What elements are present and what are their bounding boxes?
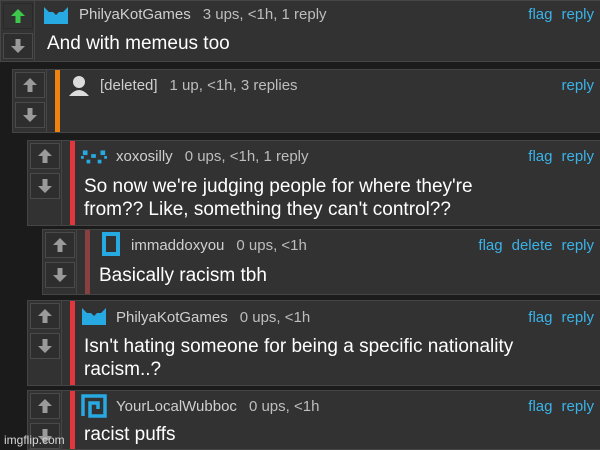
avatar[interactable] xyxy=(98,232,124,256)
upvote-button[interactable] xyxy=(3,3,33,29)
comment-text-line: racism..? xyxy=(84,359,162,380)
comment-meta: 0 ups, <1h xyxy=(248,398,320,415)
reply-link[interactable]: reply xyxy=(561,237,594,254)
up-arrow-icon xyxy=(38,149,52,163)
comment-text-line: Isn't hating someone for being a specifi… xyxy=(84,336,514,357)
comment-actions: reply xyxy=(552,77,594,94)
username: [deleted] xyxy=(100,77,158,94)
upvote-button[interactable] xyxy=(30,393,60,419)
reply-link[interactable]: reply xyxy=(561,148,594,165)
comment: PhilyaKotGames 0 ups, <1h flag reply Isn't… xyxy=(27,300,600,386)
downvote-button[interactable] xyxy=(15,102,45,128)
username[interactable]: immaddoxyou xyxy=(131,237,224,254)
watermark: imgflip.com xyxy=(4,433,65,447)
pixel-face-icon xyxy=(81,150,107,164)
spiral-avatar-icon xyxy=(81,394,107,418)
comment-header: PhilyaKotGames 3 ups, <1h, 1 reply xyxy=(79,6,327,23)
downvote-button[interactable] xyxy=(30,173,60,199)
thread-bar xyxy=(70,141,75,225)
thread-bar xyxy=(55,70,60,132)
upvote-button[interactable] xyxy=(30,143,60,169)
comment-text: racist puffs xyxy=(84,424,176,445)
thread-bar xyxy=(70,391,75,449)
up-arrow-icon xyxy=(38,309,52,323)
username[interactable]: PhilyaKotGames xyxy=(79,6,191,23)
thread-bar xyxy=(70,301,75,385)
upvote-button[interactable] xyxy=(15,72,45,98)
avatar xyxy=(66,74,92,96)
up-arrow-icon xyxy=(53,238,67,252)
reply-link[interactable]: reply xyxy=(561,309,594,326)
square-avatar-icon xyxy=(102,232,120,256)
username[interactable]: YourLocalWubboc xyxy=(116,398,237,415)
avatar[interactable] xyxy=(81,145,107,167)
comment-actions: flag reply xyxy=(519,398,594,415)
down-arrow-icon xyxy=(53,268,67,282)
flag-link[interactable]: flag xyxy=(478,237,502,254)
comment: PhilyaKotGames 3 ups, <1h, 1 reply flag re… xyxy=(0,0,600,62)
up-arrow-icon xyxy=(11,9,25,23)
flag-link[interactable]: flag xyxy=(528,148,552,165)
comment-text: And with memeus too xyxy=(47,33,230,54)
username[interactable]: PhilyaKotGames xyxy=(116,309,228,326)
comment-actions: flag reply xyxy=(519,148,594,165)
down-arrow-icon xyxy=(11,39,25,53)
comment-actions: flag reply xyxy=(519,309,594,326)
down-arrow-icon xyxy=(38,179,52,193)
comment-header: YourLocalWubboc 0 ups, <1h xyxy=(116,398,319,415)
comment-header: PhilyaKotGames 0 ups, <1h xyxy=(116,309,310,326)
reply-link[interactable]: reply xyxy=(561,398,594,415)
comment-text-line: from?? Like, something they can't contro… xyxy=(84,199,451,220)
avatar[interactable] xyxy=(43,4,69,26)
upvote-button[interactable] xyxy=(30,303,60,329)
downvote-button[interactable] xyxy=(45,262,75,288)
comment-actions: flag delete reply xyxy=(469,237,594,254)
vote-column xyxy=(28,141,62,225)
avatar[interactable] xyxy=(81,394,107,418)
person-icon xyxy=(69,76,89,96)
comment-header: [deleted] 1 up, <1h, 3 replies xyxy=(100,77,298,94)
comment-meta: 0 ups, <1h xyxy=(236,237,307,254)
username[interactable]: xoxosilly xyxy=(116,148,173,165)
cat-avatar-icon xyxy=(44,7,68,24)
comment: YourLocalWubboc 0 ups, <1h flag reply raci… xyxy=(27,390,600,450)
comment-actions: flag reply xyxy=(519,6,594,23)
flag-link[interactable]: flag xyxy=(528,6,552,23)
comment-text-line: So now we're judging people for where th… xyxy=(84,176,473,197)
vote-column xyxy=(43,230,77,294)
up-arrow-icon xyxy=(23,78,37,92)
comment-meta: 3 ups, <1h, 1 reply xyxy=(202,6,327,23)
comment-meta: 1 up, <1h, 3 replies xyxy=(169,77,298,94)
down-arrow-icon xyxy=(23,108,37,122)
downvote-button[interactable] xyxy=(3,33,33,59)
avatar[interactable] xyxy=(81,305,107,327)
comment: xoxosilly 0 ups, <1h, 1 reply flag reply S… xyxy=(27,140,600,226)
reply-link[interactable]: reply xyxy=(561,77,594,94)
cat-avatar-icon xyxy=(82,308,106,325)
comment-text: Basically racism tbh xyxy=(99,265,267,286)
comment-text: Isn't hating someone for being a specifi… xyxy=(84,335,513,381)
flag-link[interactable]: flag xyxy=(528,309,552,326)
vote-column xyxy=(1,1,35,61)
down-arrow-icon xyxy=(38,339,52,353)
flag-link[interactable]: flag xyxy=(528,398,552,415)
vote-column xyxy=(28,301,62,385)
thread-bar xyxy=(85,230,90,294)
vote-column xyxy=(13,70,47,132)
up-arrow-icon xyxy=(38,399,52,413)
comment-meta: 0 ups, <1h, 1 reply xyxy=(184,148,309,165)
comment: immaddoxyou 0 ups, <1h flag delete reply Ba… xyxy=(42,229,600,295)
comment-header: immaddoxyou 0 ups, <1h xyxy=(131,237,307,254)
delete-link[interactable]: delete xyxy=(512,237,553,254)
comment: [deleted] 1 up, <1h, 3 replies reply xyxy=(12,69,600,133)
comment-meta: 0 ups, <1h xyxy=(239,309,311,326)
comment-text: So now we're judging people for where th… xyxy=(84,175,473,221)
downvote-button[interactable] xyxy=(30,333,60,359)
upvote-button[interactable] xyxy=(45,232,75,258)
comment-header: xoxosilly 0 ups, <1h, 1 reply xyxy=(116,148,309,165)
reply-link[interactable]: reply xyxy=(561,6,594,23)
